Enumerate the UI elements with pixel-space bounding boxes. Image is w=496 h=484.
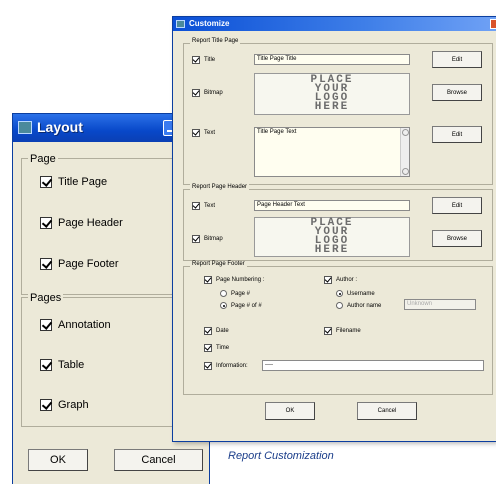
page-group-label: Page: [28, 153, 58, 165]
app-icon: [18, 121, 32, 134]
title-text-option[interactable]: Text: [192, 129, 215, 137]
title-page-checkbox[interactable]: [40, 176, 52, 188]
title-input[interactable]: Title Page Title: [254, 54, 410, 65]
page-header-group: Report Page Header Text Page Header Text…: [183, 184, 493, 261]
time-checkbox[interactable]: [204, 344, 212, 352]
figure-caption: Report Customization: [228, 450, 334, 462]
title-edit-button[interactable]: Edit: [432, 51, 482, 68]
layout-ok-button[interactable]: OK: [28, 449, 88, 471]
page-numbering-option[interactable]: Page Numbering :: [204, 276, 264, 284]
scroll-down-icon[interactable]: [402, 168, 409, 175]
author-name-radio[interactable]: Author name: [336, 302, 381, 309]
title-bitmap-checkbox[interactable]: [192, 89, 200, 97]
customize-ok-button[interactable]: OK: [265, 402, 315, 420]
scrollbar[interactable]: [400, 128, 409, 176]
page-num-of-radio[interactable]: Page # of #: [220, 302, 262, 309]
filename-option[interactable]: Filename: [324, 327, 361, 335]
author-checkbox[interactable]: [324, 276, 332, 284]
layout-cancel-button[interactable]: Cancel: [114, 449, 203, 471]
customize-title: Customize: [189, 19, 230, 28]
annotation-option[interactable]: Annotation: [40, 319, 111, 331]
title-page-option[interactable]: Title Page: [40, 176, 107, 188]
app-icon: [176, 20, 185, 28]
title-text-edit-button[interactable]: Edit: [432, 126, 482, 143]
information-option[interactable]: Information:: [204, 362, 248, 370]
header-bitmap-checkbox[interactable]: [192, 235, 200, 243]
title-page-group-label: Report Title Page: [190, 38, 241, 44]
page-header-checkbox[interactable]: [40, 217, 52, 229]
header-text-option[interactable]: Text: [192, 202, 215, 210]
filename-checkbox[interactable]: [324, 327, 332, 335]
title-bitmap-option[interactable]: Bitmap: [192, 89, 223, 97]
title-checkbox[interactable]: [192, 56, 200, 64]
page-footer-checkbox[interactable]: [40, 258, 52, 270]
pages-group-label: Pages: [28, 292, 64, 304]
page-num-radio[interactable]: Page #: [220, 290, 250, 297]
page-footer-group-label: Report Page Footer: [190, 261, 247, 267]
information-input[interactable]: ----: [262, 360, 484, 371]
information-checkbox[interactable]: [204, 362, 212, 370]
customize-titlebar[interactable]: Customize: [173, 17, 496, 31]
title-option[interactable]: Title: [192, 56, 215, 64]
annotation-checkbox[interactable]: [40, 319, 52, 331]
layout-title: Layout: [37, 119, 83, 135]
header-logo-placeholder: PLACE YOUR LOGO HERE: [254, 217, 410, 257]
header-text-input[interactable]: Page Header Text: [254, 200, 410, 211]
page-header-option[interactable]: Page Header: [40, 217, 123, 229]
title-text-checkbox[interactable]: [192, 129, 200, 137]
customize-dialog: Customize Report Title Page Title Title …: [172, 16, 496, 442]
time-option[interactable]: Time: [204, 344, 229, 352]
page-footer-group: Report Page Footer Page Numbering : Page…: [183, 261, 493, 395]
close-icon[interactable]: [490, 19, 496, 29]
header-bitmap-option[interactable]: Bitmap: [192, 235, 223, 243]
header-browse-button[interactable]: Browse: [432, 230, 482, 247]
date-option[interactable]: Date: [204, 327, 229, 335]
title-text-area[interactable]: Title Page Text: [254, 127, 410, 177]
table-checkbox[interactable]: [40, 359, 52, 371]
author-name-input[interactable]: Unknown: [404, 299, 476, 310]
title-logo-placeholder: PLACE YOUR LOGO HERE: [254, 73, 410, 115]
page-numbering-checkbox[interactable]: [204, 276, 212, 284]
page-header-group-label: Report Page Header: [190, 184, 250, 190]
customize-cancel-button[interactable]: Cancel: [357, 402, 417, 420]
header-edit-button[interactable]: Edit: [432, 197, 482, 214]
table-option[interactable]: Table: [40, 359, 84, 371]
title-page-group: Report Title Page Title Title Page Title…: [183, 38, 493, 185]
graph-checkbox[interactable]: [40, 399, 52, 411]
title-browse-button[interactable]: Browse: [432, 84, 482, 101]
username-radio[interactable]: Username: [336, 290, 375, 297]
scroll-up-icon[interactable]: [402, 129, 409, 136]
author-option[interactable]: Author :: [324, 276, 357, 284]
date-checkbox[interactable]: [204, 327, 212, 335]
page-footer-option[interactable]: Page Footer: [40, 258, 119, 270]
graph-option[interactable]: Graph: [40, 399, 89, 411]
header-text-checkbox[interactable]: [192, 202, 200, 210]
